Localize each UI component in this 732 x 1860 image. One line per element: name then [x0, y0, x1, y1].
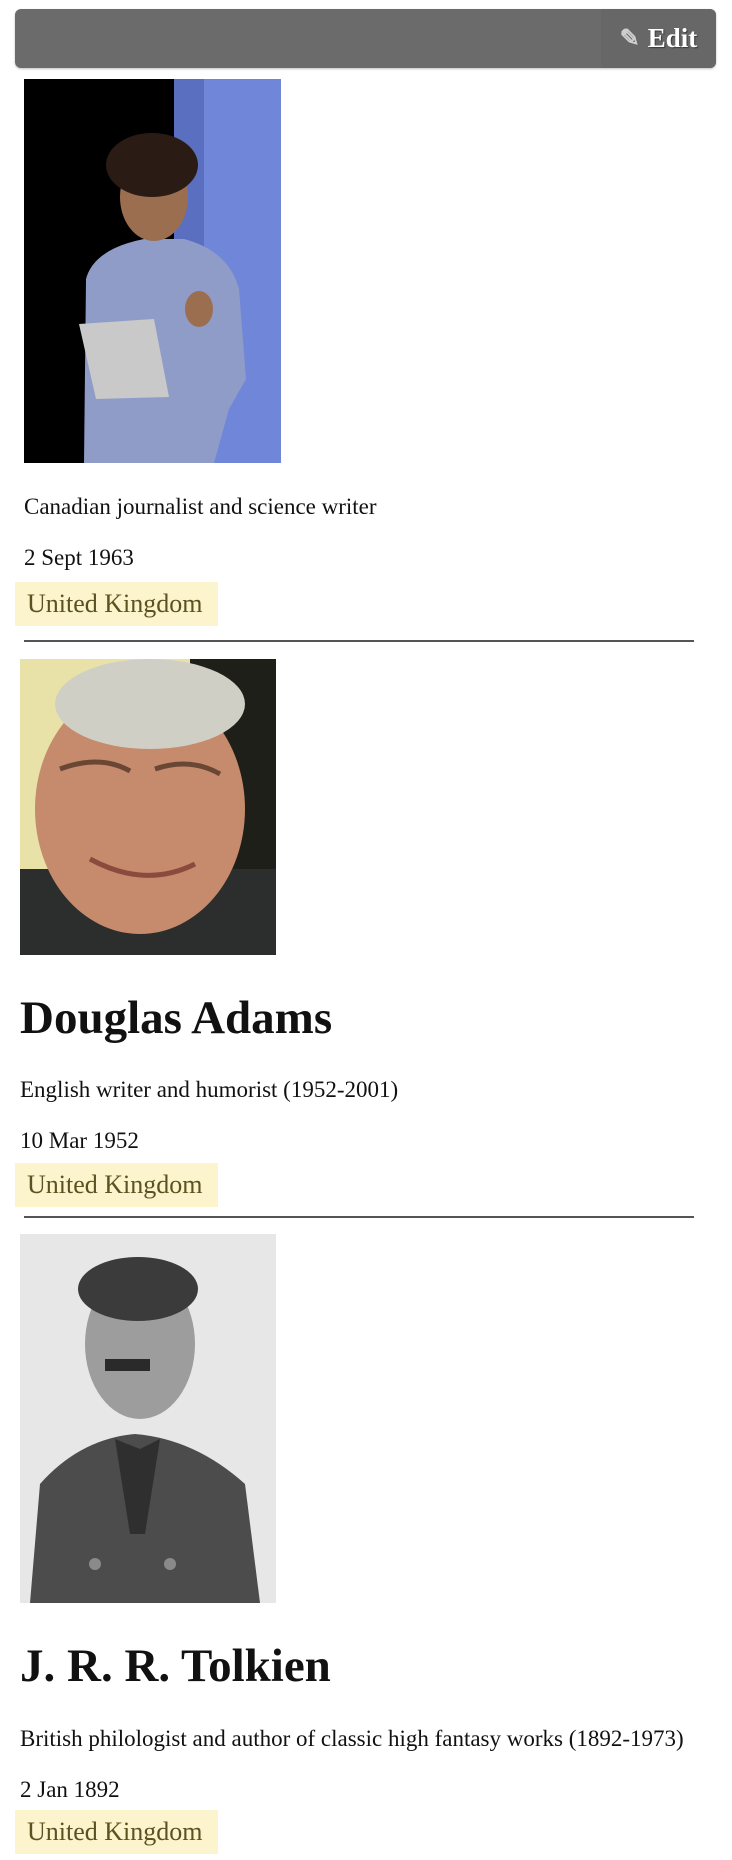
person-birth-date: 2 Sept 1963: [24, 545, 134, 570]
person-photo: [20, 659, 276, 955]
pencil-icon: ✎: [619, 26, 640, 52]
edit-label: Edit: [647, 23, 698, 53]
country-badge: United Kingdom: [15, 582, 218, 626]
country-badge: United Kingdom: [15, 1163, 218, 1207]
person-photo: [24, 79, 281, 463]
edit-button[interactable]: ✎ Edit: [601, 9, 716, 68]
person-bio: English writer and humorist (1952-2001): [20, 1077, 399, 1102]
person-photo: [20, 1234, 276, 1603]
person-birth-date: 2 Jan 1892: [20, 1777, 120, 1802]
person-name: Douglas Adams: [20, 992, 333, 1044]
person-name: J. R. R. Tolkien: [20, 1640, 331, 1692]
person-bio: Canadian journalist and science writer: [24, 494, 377, 519]
toolbar: ✎ Edit: [15, 9, 716, 68]
entry-divider: [24, 1216, 694, 1218]
person-birth-date: 10 Mar 1952: [20, 1128, 139, 1153]
entry-divider: [24, 640, 694, 642]
person-bio: British philologist and author of classi…: [20, 1726, 684, 1751]
country-badge: United Kingdom: [15, 1810, 218, 1854]
